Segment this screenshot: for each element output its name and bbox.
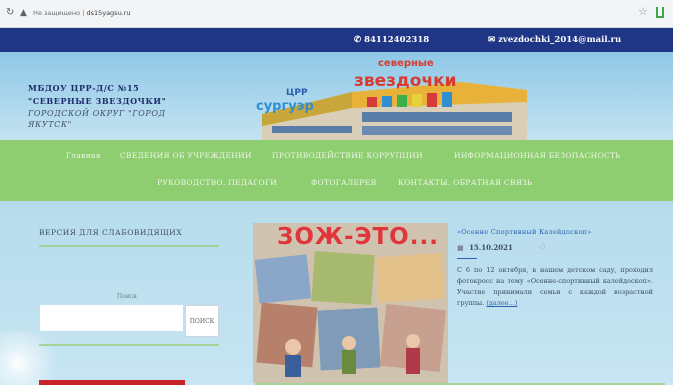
reload-icon[interactable]: ↻ [6,7,14,19]
post-photo[interactable]: ЗОЖ-ЭТО... [253,223,448,383]
photo-banner-text: ЗОЖ-ЭТО... [277,224,439,250]
search-button[interactable]: ПОИСК [185,305,219,337]
phone-link[interactable]: ✆ 84112402318 [354,35,429,45]
sparkle-decoration [0,331,90,385]
divider [39,245,219,247]
logo-small: ЦРР [286,88,308,98]
header-building-image: северные звездочки ЦРР сургуэр [256,58,527,140]
logo-word-zvezdochki: звездочки [354,71,457,91]
address-field[interactable]: Не защищено | ds15yagsu.ru [33,8,131,18]
nav-item-about[interactable]: СВЕДЕНИЯ ОБ УЧРЕЖДЕНИИ [120,151,252,160]
site-header: МБДОУ ЦРР-Д/С №15 "СЕВЕРНЫЕ ЗВЕЗДОЧКИ" Г… [0,52,673,140]
search-input[interactable] [40,305,183,331]
url-text: ds15yagsu.ru [86,9,131,17]
low-vision-link[interactable]: ВЕРСИЯ ДЛЯ СЛАБОВИДЯЩИХ [39,228,182,237]
extension-icon[interactable] [656,7,664,18]
read-more-link[interactable]: (далее...) [486,299,517,307]
nav-item-infosec[interactable]: ИНФОРМАЦИОННАЯ БЕЗОПАСНОСТЬ [454,151,621,160]
nav-item-home[interactable]: Главная [66,151,101,160]
email-link[interactable]: ✉ zvezdochki_2014@mail.ru [488,35,621,45]
warning-icon[interactable]: ▲ [20,7,27,19]
post-excerpt: С 6 по 12 октября, в нашем детском саду,… [457,266,653,307]
contact-bar: ✆ 84112402318 ✉ zvezdochki_2014@mail.ru [0,28,673,52]
logo-left: сургуэр [256,99,314,114]
browser-address-bar: ↻ ▲ Не защищено | ds15yagsu.ru ☆ [0,0,673,28]
star-icon[interactable]: ☆ [638,6,648,18]
logo-word-severnye: северные [378,58,434,69]
calendar-icon: ■ [457,243,464,252]
nav-item-anticorruption[interactable]: ПРОТИВОДЕЙСТВИЕ КОРРУПЦИИ [272,151,423,160]
nav-item-gallery[interactable]: ФОТОГАЛЕРЕЯ [311,178,377,187]
main-nav: Главная СВЕДЕНИЯ ОБ УЧРЕЖДЕНИИ ПРОТИВОДЕ… [0,140,673,201]
nav-item-staff[interactable]: РУКОВОДСТВО. ПЕДАГОГИ [157,178,277,187]
mail-icon: ✉ [488,35,496,45]
search-label: Поиск [117,293,137,300]
site-subtitle: ГОРОДСКОЙ ОКРУГ "ГОРОД ЯКУТСК" [28,109,166,129]
divider [39,344,219,346]
security-label: Не защищено [33,9,81,17]
red-banner[interactable] [39,380,185,385]
phone-icon: ✆ [354,35,362,45]
nav-item-contacts[interactable]: КОНТАКТЫ. ОБРАТНАЯ СВЯЗЬ [398,178,532,187]
comments-icon: ○ · [540,243,550,250]
main-content: ВЕРСИЯ ДЛЯ СЛАБОВИДЯЩИХ Поиск ПОИСК ЗОЖ-… [0,201,673,385]
post-title-link[interactable]: «Осенне Спортивный Калейдоскоп» [457,228,592,236]
post-date: ■ 15.10.2021 [457,243,513,252]
post-rule [457,258,477,259]
site-title[interactable]: МБДОУ ЦРР-Д/С №15 "СЕВЕРНЫЕ ЗВЕЗДОЧКИ" [28,82,166,108]
